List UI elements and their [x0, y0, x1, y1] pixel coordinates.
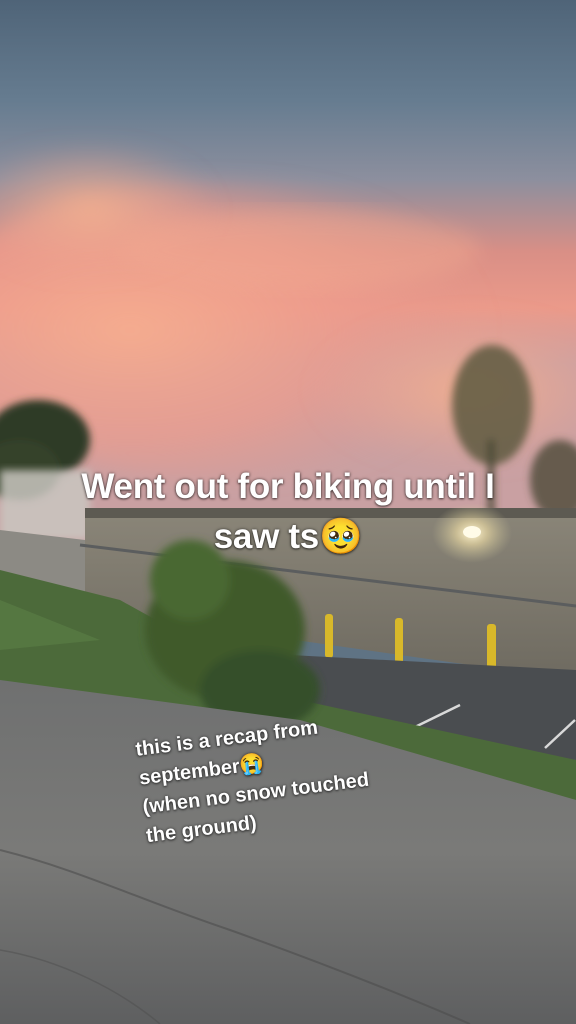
main-caption: Went out for biking until I saw ts🥹 — [0, 462, 576, 562]
main-caption-line: saw ts🥹 — [213, 517, 363, 556]
main-caption-line: Went out for biking until I — [81, 467, 495, 506]
sunset-cloud — [120, 210, 480, 290]
yellow-bollard — [395, 618, 403, 664]
yellow-bollard — [325, 614, 333, 658]
